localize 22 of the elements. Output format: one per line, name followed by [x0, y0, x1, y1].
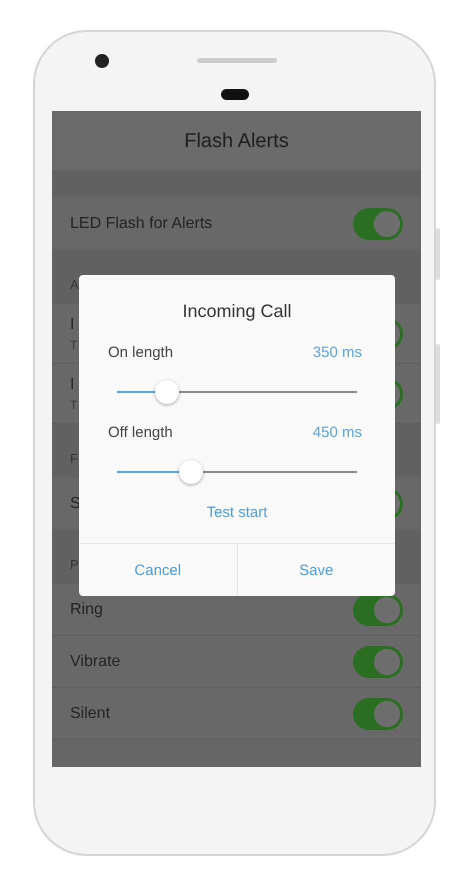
- row-label: LED Flash for Alerts: [70, 214, 212, 232]
- slider-value: 450 ms: [312, 424, 362, 441]
- screen-title: Flash Alerts: [184, 130, 289, 152]
- dialog-title: Incoming Call: [181, 301, 293, 322]
- toggle-switch[interactable]: [353, 698, 403, 730]
- toggle-switch[interactable]: [353, 646, 403, 678]
- row-label: Silent: [70, 704, 110, 722]
- test-start-link[interactable]: Test start: [206, 504, 268, 521]
- toggle-switch[interactable]: [353, 594, 403, 626]
- row-label: I: [70, 376, 76, 394]
- slider-label: Off length: [108, 424, 173, 441]
- slider-thumb[interactable]: [179, 460, 204, 484]
- row-label: Ring: [70, 600, 103, 618]
- camera-icon: [95, 54, 109, 68]
- slider-thumb[interactable]: [155, 380, 180, 404]
- row-label: I: [70, 316, 76, 334]
- sensor-bar: [220, 89, 248, 100]
- row-label: Vibrate: [70, 652, 120, 670]
- slider-label: On length: [108, 344, 174, 361]
- slider-value: 350 ms: [312, 344, 362, 361]
- toggle-switch[interactable]: [353, 208, 403, 240]
- dialog-button[interactable]: Save: [236, 544, 395, 596]
